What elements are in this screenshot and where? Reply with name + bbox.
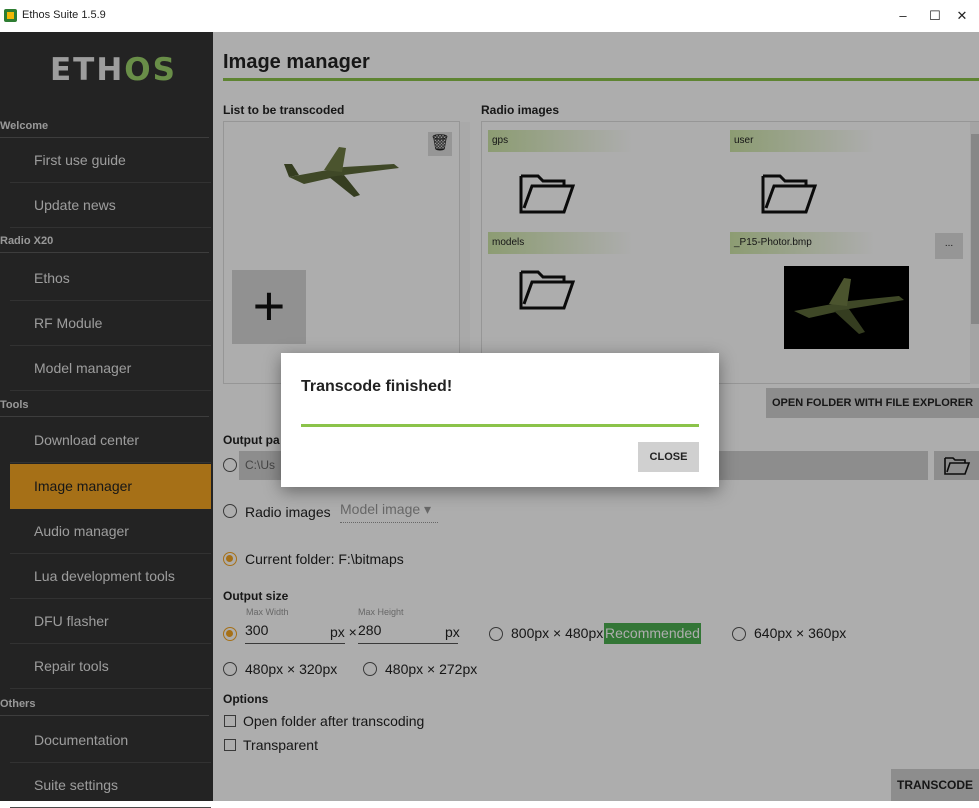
progress-bar (301, 424, 699, 427)
progress-fill (301, 424, 699, 427)
window-title: Ethos Suite 1.5.9 (22, 9, 106, 21)
title-bar: Ethos Suite 1.5.9 – ☐ ✕ (0, 0, 979, 32)
close-button[interactable]: CLOSE (638, 442, 699, 472)
dialog-title: Transcode finished! (301, 378, 453, 395)
close-window-button[interactable]: ✕ (945, 4, 979, 28)
transcode-dialog: Transcode finished! CLOSE (281, 353, 719, 487)
app-icon (4, 9, 17, 22)
